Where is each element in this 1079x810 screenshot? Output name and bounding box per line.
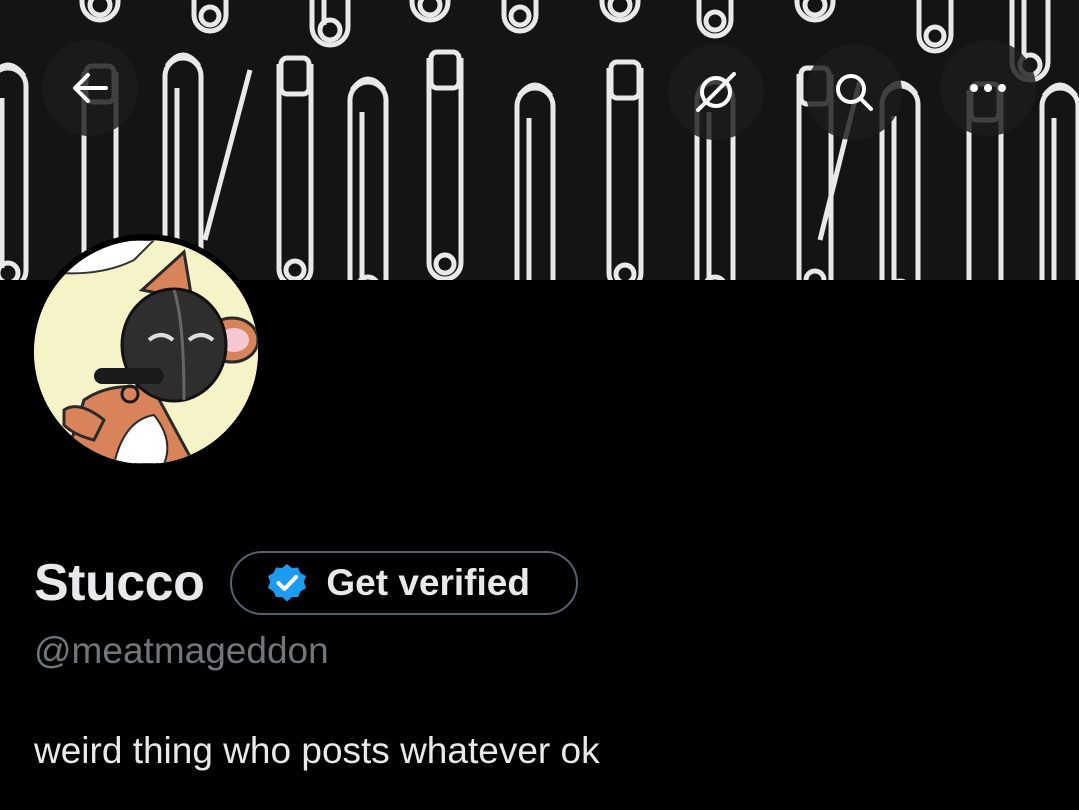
profile-avatar[interactable] — [34, 240, 258, 464]
search-icon — [836, 74, 873, 111]
arrow-left-icon — [73, 73, 108, 103]
get-verified-button[interactable]: Get verified — [230, 551, 579, 615]
verified-badge-icon — [268, 564, 307, 602]
name-row: Stucco Get verified — [34, 549, 579, 617]
user-handle: @meatmageddon — [34, 630, 329, 671]
grok-button[interactable] — [668, 44, 764, 140]
avatar-illustration — [34, 240, 258, 464]
more-options-button[interactable] — [940, 40, 1036, 136]
get-verified-label: Get verified — [326, 562, 530, 603]
search-button[interactable] — [806, 44, 902, 140]
profile-bio: weird thing who posts whatever ok — [34, 730, 600, 771]
display-name: Stucco — [34, 554, 205, 612]
back-button[interactable] — [42, 40, 138, 136]
grok-icon — [696, 72, 736, 112]
more-horizontal-icon — [970, 84, 1006, 92]
